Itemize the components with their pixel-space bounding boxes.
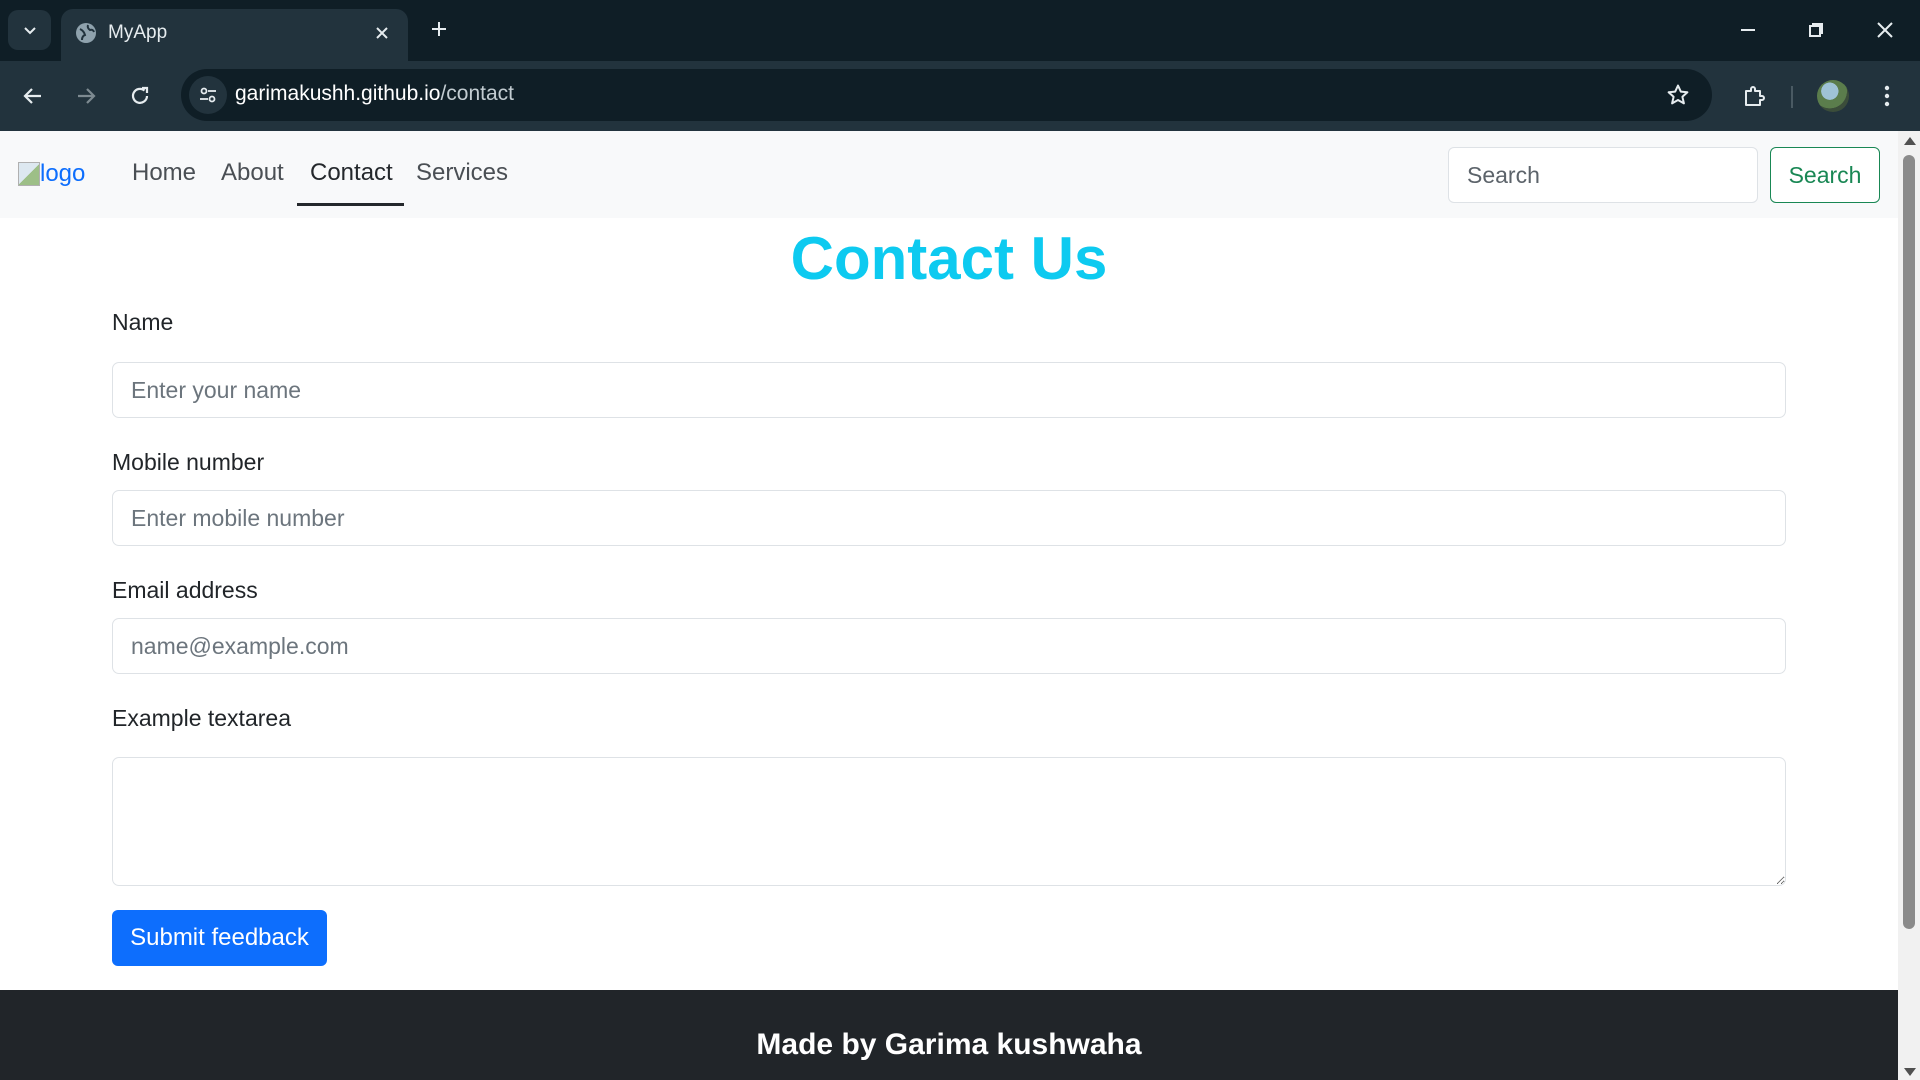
broken-image-icon [18, 162, 40, 186]
globe-icon [76, 23, 96, 43]
browser-tab[interactable]: MyApp [61, 9, 408, 61]
tab-title: MyApp [108, 22, 168, 43]
close-icon [376, 27, 388, 39]
footer-credit: Made by Garima kushwaha [756, 1028, 1142, 1061]
browser-toolbar: garimakushh.github.io/contact [0, 61, 1920, 131]
chevron-down-icon [23, 27, 36, 35]
logo-alt-text: logo [40, 160, 86, 187]
tab-search-button[interactable] [8, 10, 51, 50]
name-label: Name [112, 309, 174, 335]
page-title: Contact Us [790, 225, 1108, 292]
scrollbar-thumb[interactable] [1903, 155, 1915, 929]
window-close-button[interactable] [1861, 10, 1909, 50]
address-bar[interactable]: garimakushh.github.io/contact [181, 69, 1712, 121]
mobile-label: Mobile number [112, 449, 265, 475]
restore-button[interactable] [1792, 10, 1840, 50]
reload-button[interactable] [120, 76, 160, 116]
bookmark-button[interactable] [1662, 79, 1694, 111]
browser-menu-button[interactable] [1869, 76, 1905, 116]
name-input[interactable] [112, 362, 1786, 418]
logo-broken-image[interactable]: logo [18, 160, 85, 188]
url-text: garimakushh.github.io/contact [235, 82, 514, 106]
kebab-menu-icon [1884, 85, 1890, 107]
submit-feedback-button[interactable]: Submit feedback [112, 910, 327, 966]
extensions-icon [1745, 86, 1765, 106]
page-viewport: logo Home About Contact Services Search … [0, 131, 1920, 1080]
back-button[interactable] [13, 76, 53, 116]
nav-link-about[interactable]: About [221, 159, 284, 187]
mobile-input[interactable] [112, 490, 1786, 546]
message-textarea[interactable] [112, 757, 1786, 886]
toolbar-divider [1791, 86, 1793, 108]
tab-close-button[interactable] [370, 21, 394, 45]
email-label: Email address [112, 577, 258, 603]
nav-link-contact[interactable]: Contact [310, 159, 393, 187]
url-path: /contact [440, 82, 515, 105]
site-footer: Made by Garima kushwaha [0, 990, 1898, 1080]
plus-icon [432, 22, 446, 36]
reload-icon [131, 86, 149, 104]
active-nav-underline [297, 203, 404, 206]
site-search-button[interactable]: Search [1770, 147, 1880, 203]
back-arrow-icon [23, 88, 41, 104]
window-close-icon [1877, 22, 1893, 38]
restore-icon [1809, 23, 1823, 37]
minimize-button[interactable] [1724, 10, 1772, 50]
nav-link-services[interactable]: Services [416, 159, 508, 187]
site-info-button[interactable] [189, 76, 227, 114]
scroll-down-arrow-icon[interactable] [1904, 1068, 1916, 1076]
textarea-label: Example textarea [112, 705, 291, 731]
browser-tabstrip: MyApp [0, 0, 1920, 61]
site-navbar: logo Home About Contact Services Search [0, 131, 1898, 218]
profile-avatar[interactable] [1817, 80, 1849, 112]
site-search-input[interactable] [1448, 147, 1758, 203]
email-input[interactable] [112, 618, 1786, 674]
star-icon [1667, 84, 1689, 105]
extensions-button[interactable] [1734, 76, 1774, 116]
scroll-up-arrow-icon[interactable] [1904, 137, 1916, 145]
web-page: logo Home About Contact Services Search … [0, 131, 1898, 1080]
site-settings-icon [200, 87, 216, 103]
minimize-icon [1741, 29, 1755, 31]
page-scrollbar[interactable] [1898, 131, 1920, 1080]
new-tab-button[interactable] [424, 14, 454, 44]
nav-link-home[interactable]: Home [132, 159, 196, 187]
url-host: garimakushh.github.io [235, 82, 441, 105]
forward-button[interactable] [66, 76, 106, 116]
forward-arrow-icon [78, 88, 96, 104]
